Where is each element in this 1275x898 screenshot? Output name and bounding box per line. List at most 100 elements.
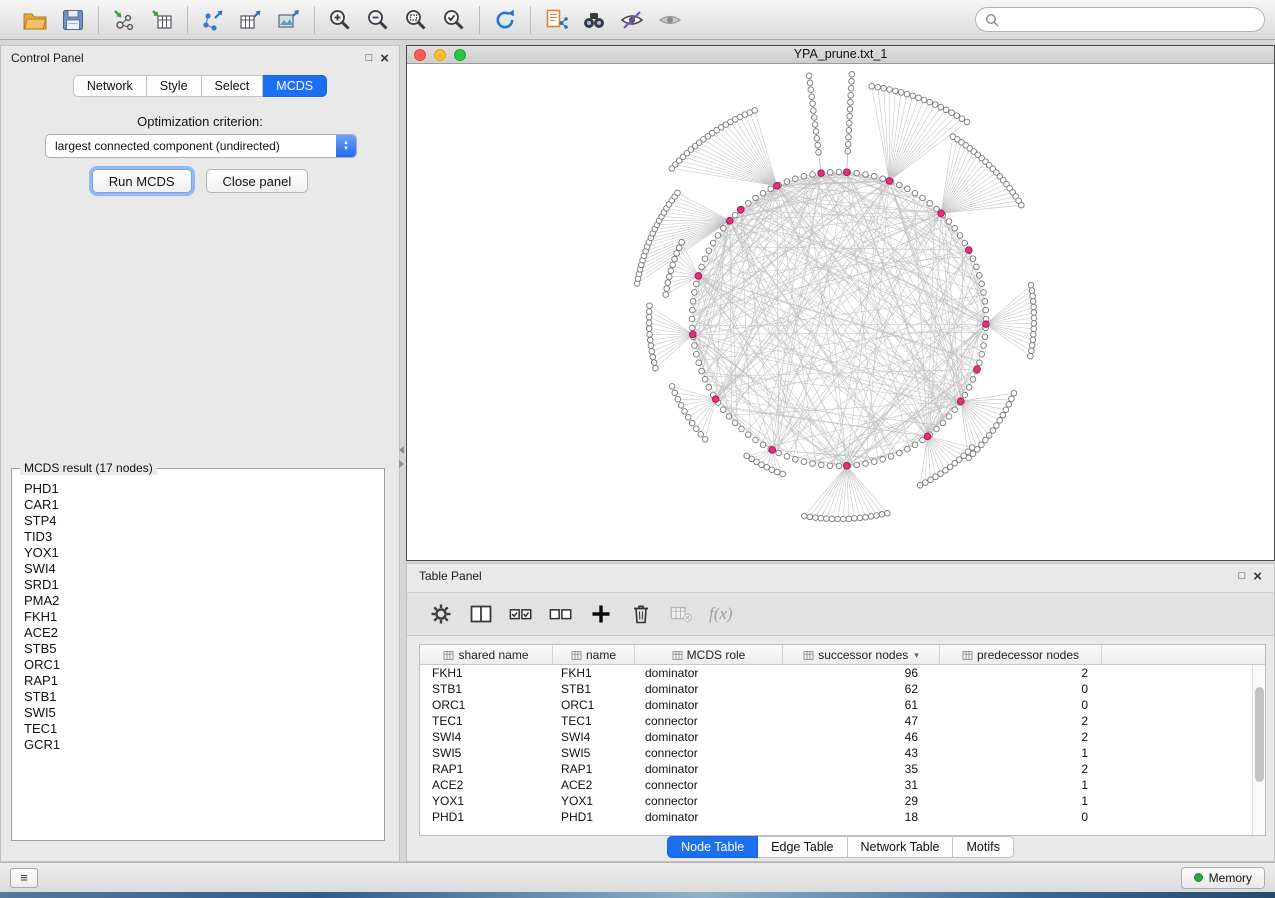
mcds-result-item[interactable]: PMA2 (24, 593, 380, 609)
hide-selected-icon[interactable] (619, 7, 645, 33)
close-panel-icon[interactable]: × (1253, 570, 1262, 583)
apply-function-icon[interactable]: f(x) (709, 604, 733, 624)
tab-node-table[interactable]: Node Table (667, 836, 758, 858)
search-icon (985, 13, 999, 27)
unselect-all-rows-icon[interactable] (549, 602, 573, 626)
column-header-name[interactable]: name (553, 645, 635, 665)
mcds-result-item[interactable]: ACE2 (24, 625, 380, 641)
node-table-header: shared namenameMCDS rolesuccessor nodes▾… (420, 645, 1265, 665)
run-mcds-button[interactable]: Run MCDS (92, 169, 192, 193)
mcds-result-item[interactable]: CAR1 (24, 497, 380, 513)
network-window-titlebar[interactable]: YPA_prune.txt_1 (407, 46, 1274, 64)
mcds-result-item[interactable]: SRD1 (24, 577, 380, 593)
refresh-group (480, 7, 530, 33)
import-table-icon[interactable] (149, 7, 175, 33)
settings-gear-icon[interactable] (429, 602, 453, 626)
tab-select[interactable]: Select (202, 75, 264, 97)
float-window-icon[interactable]: □ (1239, 571, 1246, 582)
export-table-icon[interactable] (238, 7, 264, 33)
show-all-icon[interactable] (657, 7, 683, 33)
close-panel-icon[interactable]: × (380, 52, 389, 65)
mcds-result-item[interactable]: PHD1 (24, 481, 380, 497)
control-panel-tabs: NetworkStyleSelectMCDS (1, 75, 399, 97)
save-icon[interactable] (60, 7, 86, 33)
find-icon[interactable] (581, 7, 607, 33)
status-list-button[interactable]: ≡ (10, 868, 38, 888)
attribute-icon (443, 650, 454, 661)
select-all-rows-icon[interactable] (509, 602, 533, 626)
mcds-result-item[interactable]: YOX1 (24, 545, 380, 561)
table-row[interactable]: SWI5SWI5connector431 (420, 745, 1252, 761)
zoom-out-icon[interactable] (365, 7, 391, 33)
tab-mcds[interactable]: MCDS (263, 75, 327, 97)
optimization-dropdown[interactable]: largest connected component (undirected)… (45, 134, 357, 158)
delete-rows-icon[interactable] (629, 602, 653, 626)
mcds-result-item[interactable]: ORC1 (24, 657, 380, 673)
table-row[interactable]: ACE2ACE2connector311 (420, 777, 1252, 793)
export-image-icon[interactable] (276, 7, 302, 33)
sort-caret-icon[interactable]: ▾ (914, 650, 919, 661)
add-row-icon[interactable] (589, 602, 613, 626)
file-group (10, 7, 98, 33)
node-table-body: FKH1FKH1dominator962STB1STB1dominator620… (420, 665, 1252, 835)
column-header-shared-name[interactable]: shared name (420, 645, 553, 665)
mcds-result-item[interactable]: STB1 (24, 689, 380, 705)
import-group (99, 7, 187, 33)
expand-right-icon[interactable] (399, 460, 404, 468)
scrollbar-thumb[interactable] (1255, 687, 1264, 782)
table-row[interactable]: FKH1FKH1dominator962 (420, 665, 1252, 681)
table-row[interactable]: ORC1ORC1dominator610 (420, 697, 1252, 713)
import-network-icon[interactable] (111, 7, 137, 33)
zoom-fit-icon[interactable] (403, 7, 429, 33)
table-row[interactable]: PHD1PHD1dominator180 (420, 809, 1252, 825)
mcds-result-box: MCDS result (17 nodes) PHD1CAR1STP4TID3Y… (11, 468, 385, 841)
tab-network[interactable]: Network (73, 75, 147, 97)
close-panel-button[interactable]: Close panel (206, 169, 309, 193)
mcds-result-item[interactable]: RAP1 (24, 673, 380, 689)
clone-network-icon[interactable] (543, 7, 569, 33)
collapse-left-icon[interactable] (399, 446, 404, 454)
column-header-successor-nodes[interactable]: successor nodes▾ (783, 645, 940, 665)
mcds-result-item[interactable]: STP4 (24, 513, 380, 529)
mcds-result-item[interactable]: SWI5 (24, 705, 380, 721)
table-row[interactable]: YOX1YOX1connector291 (420, 793, 1252, 809)
mcds-buttons-row: Run MCDS Close panel (1, 169, 399, 193)
open-file-icon[interactable] (22, 7, 48, 33)
status-bar: ≡ Memory (0, 862, 1275, 892)
optimization-criterion-label: Optimization criterion: (1, 114, 399, 129)
table-row[interactable]: SWI4SWI4dominator462 (420, 729, 1252, 745)
tab-style[interactable]: Style (147, 75, 202, 97)
table-toolbar: f(x) (407, 592, 1274, 636)
list-icon: ≡ (20, 870, 28, 885)
table-row[interactable]: RAP1RAP1dominator352 (420, 761, 1252, 777)
clear-table-icon[interactable] (669, 602, 693, 626)
zoom-in-icon[interactable] (327, 7, 353, 33)
zoom-selected-icon[interactable] (441, 7, 467, 33)
tab-network-table[interactable]: Network Table (848, 836, 954, 858)
tab-motifs[interactable]: Motifs (953, 836, 1013, 858)
memory-button[interactable]: Memory (1181, 867, 1265, 889)
column-header-MCDS-role[interactable]: MCDS role (635, 645, 783, 665)
mcds-result-item[interactable]: FKH1 (24, 609, 380, 625)
table-row[interactable]: STB1STB1dominator620 (420, 681, 1252, 697)
show-columns-icon[interactable] (469, 602, 493, 626)
tab-edge-table[interactable]: Edge Table (758, 836, 847, 858)
table-scrollbar[interactable] (1252, 665, 1265, 835)
mcds-result-item[interactable]: STB5 (24, 641, 380, 657)
search-input[interactable] (1004, 13, 1255, 27)
control-panel-title: Control Panel (11, 51, 84, 65)
mcds-result-item[interactable]: TID3 (24, 529, 380, 545)
mcds-result-item[interactable]: SWI4 (24, 561, 380, 577)
refresh-icon[interactable] (492, 7, 518, 33)
mcds-result-item[interactable]: TEC1 (24, 721, 380, 737)
search-box[interactable] (975, 7, 1265, 32)
column-header-predecessor-nodes[interactable]: predecessor nodes (940, 645, 1102, 665)
view-group (531, 7, 695, 33)
panel-splitter[interactable] (399, 446, 406, 476)
table-row[interactable]: TEC1TEC1connector472 (420, 713, 1252, 729)
network-nodes (634, 72, 1037, 522)
mcds-result-item[interactable]: GCR1 (24, 737, 380, 753)
network-canvas[interactable] (407, 64, 1274, 560)
export-network-icon[interactable] (200, 7, 226, 33)
float-window-icon[interactable]: □ (366, 53, 373, 64)
